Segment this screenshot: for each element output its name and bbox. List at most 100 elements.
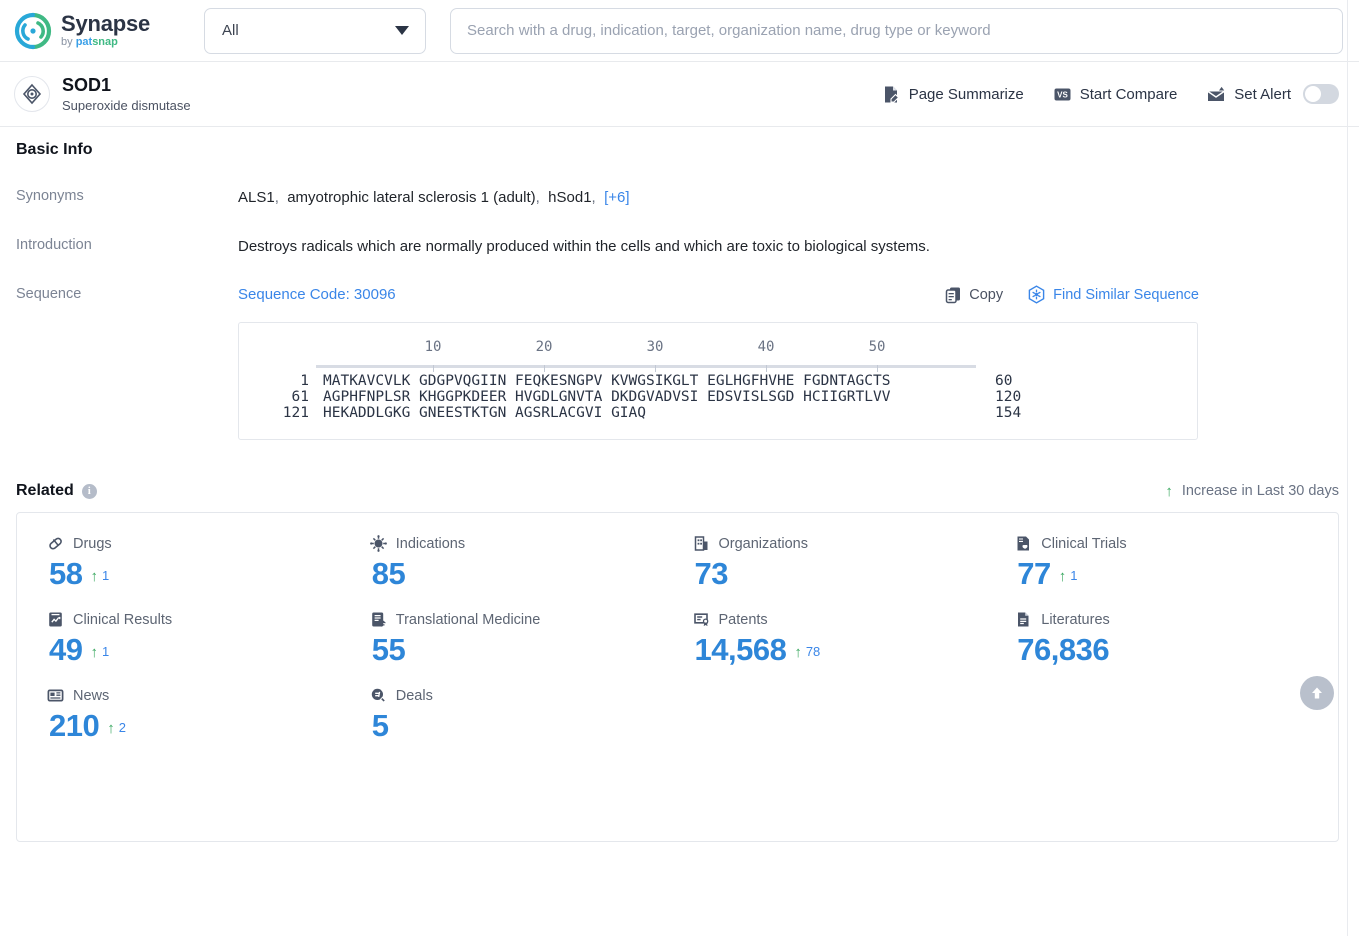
page-summarize-label: Page Summarize [908, 85, 1024, 103]
related-metric-deals[interactable]: Deals 5 [370, 687, 693, 741]
top-search-bar: Synapse by patsnap All [0, 0, 1359, 62]
arrow-up-circle-icon [1312, 687, 1322, 699]
related-metrics-grid: Drugs 58 ↑ 1 Indications 85 Organizations 73 Cli… [17, 535, 1338, 741]
page-summarize-button[interactable]: Page Summarize [882, 85, 1024, 104]
metric-label: Clinical Trials [1041, 535, 1127, 552]
related-metric-organizations[interactable]: Organizations 73 [693, 535, 1016, 589]
metric-value: 210 [49, 708, 100, 743]
sequence-header: Sequence Code: 30096 Copy Find Similar S… [238, 285, 1339, 304]
entity-header: SOD1 Superoxide dismutase Page Summarize… [0, 62, 1359, 127]
related-metric-indications[interactable]: Indications 85 [369, 535, 693, 589]
metric-value: 55 [371, 632, 406, 667]
versus-icon: VS [1053, 85, 1072, 104]
related-metric-news[interactable]: News 210 ↑ 2 [47, 687, 370, 741]
metric-value: 77 [1017, 556, 1051, 591]
related-metric-clinical-results[interactable]: Clinical Results 49 ↑ 1 [47, 611, 370, 667]
sequence-line-end: 60 [995, 373, 1013, 389]
search-input[interactable] [450, 7, 1343, 54]
sequence-label: Sequence [16, 286, 82, 302]
basic-info-heading: Basic Info [16, 141, 93, 158]
metric-delta-value: 1 [101, 568, 110, 583]
translational-icon [370, 611, 387, 628]
synonym-0: ALS1 [238, 189, 275, 206]
copy-button[interactable]: Copy [945, 286, 1003, 304]
metric-label: Patents [718, 611, 768, 628]
metric-value: 73 [694, 556, 729, 591]
brand-tagline: by patsnap [61, 36, 118, 48]
sequence-row: Sequence Sequence Code: 30096 Copy Find … [16, 285, 1339, 440]
building-icon [693, 535, 710, 552]
ruler-tick-30: 30 [646, 339, 664, 355]
increase-legend: ↑ Increase in Last 30 days [1165, 483, 1339, 499]
related-metric-literatures[interactable]: Literatures 76,836 [1015, 611, 1338, 666]
sequence-line: 61 AGPHFNPLSR KHGGPKDEER HVGDLGNVTA DKDGV… [259, 389, 1177, 405]
page-right-edge [1347, 0, 1348, 936]
metric-label: Clinical Results [73, 611, 173, 628]
ruler-tick-10: 10 [424, 339, 442, 355]
related-heading: Related [16, 482, 74, 499]
search-category-select[interactable]: All [204, 7, 426, 54]
metric-delta: ↑ 1 [90, 645, 109, 665]
related-metric-patents[interactable]: Patents 14,568 ↑ 78 [693, 611, 1016, 665]
literature-icon [1015, 611, 1032, 628]
sequence-lines: 1 MATKAVCVLK GDGPVQGIIN FEQKESNGPV KVWGSI… [259, 373, 1177, 421]
copy-icon [945, 286, 962, 304]
ruler-tick-40: 40 [757, 339, 775, 355]
metric-value: 49 [49, 632, 83, 667]
metric-label: News [73, 687, 110, 704]
synonym-2: hSod1 [548, 189, 592, 206]
set-alert-toggle[interactable] [1303, 84, 1339, 104]
clinical-result-icon [47, 611, 64, 628]
metric-value: 5 [371, 708, 389, 743]
arrow-up-icon: ↑ [1058, 568, 1067, 585]
synonyms-value: ALS1, amyotrophic lateral sclerosis 1 (a… [238, 189, 630, 206]
start-compare-button[interactable]: VS Start Compare [1053, 85, 1178, 104]
ruler-tick-50: 50 [868, 339, 886, 355]
metric-label: Literatures [1041, 611, 1110, 628]
metric-label: Drugs [73, 535, 112, 552]
find-similar-sequence-button[interactable]: Find Similar Sequence [1027, 285, 1199, 304]
related-metric-clinical-trials[interactable]: Clinical Trials 77 ↑ 1 [1015, 535, 1338, 591]
copy-label: Copy [969, 286, 1004, 303]
scroll-to-top-button[interactable] [1300, 676, 1334, 710]
sequence-line-residues: MATKAVCVLK GDGPVQGIIN FEQKESNGPV KVWGSIK… [323, 373, 891, 389]
sequence-line-residues: AGPHFNPLSR KHGGPKDEER HVGDLGNVTA DKDGVAD… [323, 389, 891, 405]
arrow-up-icon: ↑ [794, 644, 802, 661]
info-icon[interactable]: i [81, 483, 97, 499]
introduction-row: Introduction Destroys radicals which are… [16, 236, 1339, 257]
metric-delta-value: 1 [1070, 568, 1078, 583]
synapse-logo-icon [14, 12, 52, 50]
metric-delta: ↑ 2 [107, 721, 126, 741]
clinical-trial-icon [1015, 535, 1032, 552]
similar-sequence-icon [1027, 285, 1046, 304]
related-metric-drugs[interactable]: Drugs 58 ↑ 1 [47, 535, 370, 590]
find-similar-label: Find Similar Sequence [1053, 286, 1199, 303]
chevron-down-icon [395, 26, 409, 35]
target-icon [14, 76, 50, 112]
synonyms-more-link[interactable]: [+6] [604, 189, 629, 206]
arrow-up-icon: ↑ [90, 568, 98, 585]
entity-subtitle: Superoxide dismutase [62, 98, 191, 114]
metric-delta-value: 78 [805, 644, 821, 659]
arrow-up-icon: ↑ [107, 720, 115, 737]
sequence-line-residues: HEKADDLGKG GNEESTKTGN AGSRLACGVI GIAQ [323, 405, 647, 421]
metric-value: 14,568 [694, 632, 787, 667]
patent-icon [693, 611, 710, 628]
sequence-viewer: 10 20 30 40 50 1 MATKAVCVLK GDGPVQGIIN FE… [238, 322, 1198, 440]
sequence-code-link[interactable]: Sequence Code: 30096 [238, 286, 396, 303]
brand-logo-block[interactable]: Synapse by patsnap [14, 12, 204, 50]
metric-label: Indications [395, 535, 466, 552]
related-metric-translational-medicine[interactable]: Translational Medicine 55 [370, 611, 693, 667]
set-alert-button[interactable]: Set Alert [1206, 84, 1339, 104]
set-alert-label: Set Alert [1234, 85, 1291, 103]
start-compare-label: Start Compare [1079, 85, 1178, 103]
sequence-line-end: 120 [995, 389, 1022, 405]
virus-icon [369, 535, 387, 552]
metric-label: Deals [395, 687, 433, 704]
increase-legend-label: Increase in Last 30 days [1181, 483, 1339, 499]
metric-delta: ↑ 1 [1059, 569, 1078, 589]
metric-label: Translational Medicine [395, 611, 541, 628]
synonym-1: amyotrophic lateral sclerosis 1 (adult) [287, 189, 536, 206]
arrow-up-icon: ↑ [1165, 482, 1173, 500]
sequence-ruler: 10 20 30 40 50 [316, 339, 1177, 373]
